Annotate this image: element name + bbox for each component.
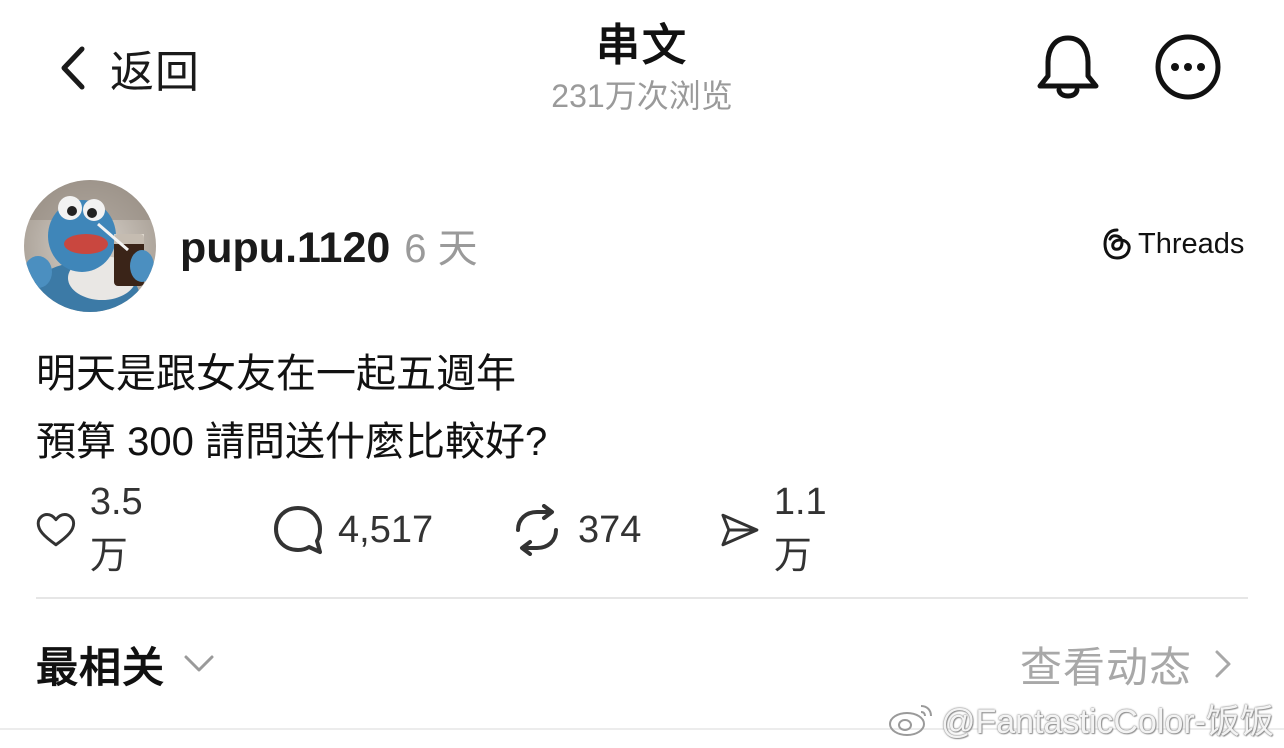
post-body: 明天是跟女友在一起五週年 預算 300 請問送什麼比較好? [36, 340, 547, 476]
comment-button[interactable]: 4,517 [272, 500, 433, 560]
post-text-line: 預算 300 請問送什麼比較好? [36, 420, 548, 464]
comment-bubble-icon [274, 506, 322, 554]
repost-icon [516, 504, 558, 556]
sort-label: 最相关 [36, 643, 166, 691]
notification-button[interactable] [1030, 30, 1106, 106]
author-line: pupu.1120 6 天 [180, 216, 478, 272]
send-icon [721, 513, 759, 547]
comment-count: 4,517 [338, 508, 434, 551]
bell-icon [1037, 35, 1099, 99]
divider [36, 597, 1248, 599]
watermark-text: @FantasticColor-饭饭 [940, 702, 1274, 741]
like-count: 3.5万 [89, 481, 143, 577]
avatar-image [24, 180, 156, 312]
avatar[interactable] [24, 180, 156, 312]
view-activity-link[interactable]: 查看动态 [1020, 638, 1232, 691]
repost-button[interactable]: 374 [510, 500, 641, 560]
username[interactable]: pupu.1120 [180, 224, 390, 273]
heart-icon [36, 513, 76, 547]
watermark: @FantasticColor-饭饭 [887, 694, 1274, 742]
share-button[interactable]: 1.1万 [720, 481, 841, 577]
view-activity-label: 查看动态 [1019, 643, 1192, 691]
post-age: 6 天 [404, 227, 478, 271]
weibo-logo-icon [888, 705, 932, 736]
share-count: 1.1万 [773, 481, 827, 577]
repost-count: 374 [578, 508, 642, 551]
threads-label: Threads [1138, 227, 1245, 260]
more-options-button[interactable] [1154, 33, 1222, 101]
chevron-down-icon [184, 655, 214, 672]
sort-dropdown[interactable]: 最相关 [36, 638, 215, 691]
threads-source-badge[interactable]: Threads [1102, 224, 1244, 264]
threads-logo-icon [1103, 228, 1131, 260]
more-horizontal-icon [1155, 34, 1221, 100]
post-text-line: 明天是跟女友在一起五週年 [36, 352, 516, 396]
chevron-right-icon [1215, 650, 1231, 678]
like-button[interactable]: 3.5万 [36, 481, 157, 577]
